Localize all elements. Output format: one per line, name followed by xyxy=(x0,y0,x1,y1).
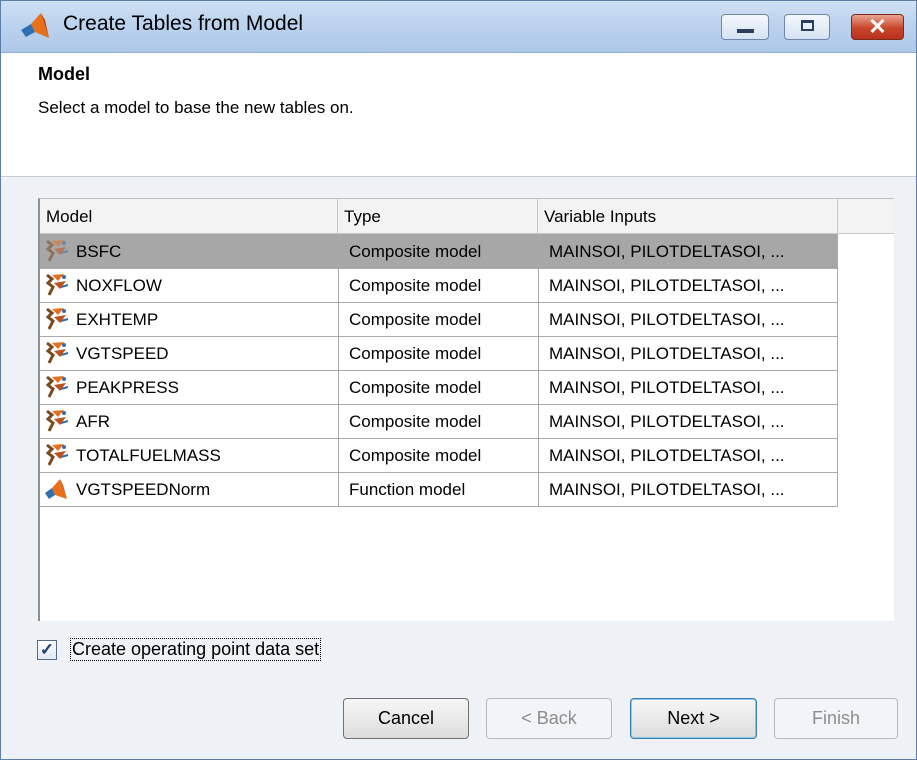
table-row[interactable]: PEAKPRESS Composite model MAINSOI, PILOTDE… xyxy=(40,370,838,405)
section-title: Model xyxy=(38,64,90,84)
cell-type: Composite model xyxy=(338,370,538,404)
cell-type: Composite model xyxy=(338,268,538,302)
cell-model: VGTSPEED xyxy=(76,344,169,363)
close-icon: ✕ xyxy=(868,14,887,39)
cancel-button[interactable]: Cancel xyxy=(343,698,469,739)
cell-model: BSFC xyxy=(76,242,122,261)
cell-variable-inputs: MAINSOI, PILOTDELTASOI, ... xyxy=(538,336,838,370)
cell-variable-inputs: MAINSOI, PILOTDELTASOI, ... xyxy=(538,302,838,336)
window-title: Create Tables from Model xyxy=(63,12,304,35)
cell-variable-inputs: MAINSOI, PILOTDELTASOI, ... xyxy=(538,370,838,404)
cell-model: PEAKPRESS xyxy=(76,378,179,397)
cell-model: EXHTEMP xyxy=(76,310,159,329)
cell-variable-inputs: MAINSOI, PILOTDELTASOI, ... xyxy=(538,438,838,472)
cell-variable-inputs: MAINSOI, PILOTDELTASOI, ... xyxy=(538,234,838,268)
column-header-type[interactable]: Type xyxy=(338,199,538,233)
cell-model: VGTSPEEDNorm xyxy=(76,480,211,499)
table-row[interactable]: AFR Composite model MAINSOI, PILOTDELTASOI… xyxy=(40,404,838,439)
cell-model: TOTALFUELMASS xyxy=(76,446,221,465)
column-header-model[interactable]: Model xyxy=(40,199,338,233)
title-bar[interactable]: Create Tables from Model ✕ xyxy=(1,1,916,53)
maximize-icon xyxy=(801,20,814,31)
cell-type: Composite model xyxy=(338,234,538,268)
cell-variable-inputs: MAINSOI, PILOTDELTASOI, ... xyxy=(538,472,838,506)
close-button[interactable]: ✕ xyxy=(851,14,904,40)
table-row[interactable]: VGTSPEED Composite model MAINSOI, PILOTDEL… xyxy=(40,336,838,371)
minimize-icon xyxy=(737,29,754,33)
minimize-button[interactable] xyxy=(721,14,769,40)
maximize-button[interactable] xyxy=(784,14,830,40)
column-header-variable-inputs[interactable]: Variable Inputs xyxy=(538,199,838,233)
back-button[interactable]: < Back xyxy=(486,698,612,739)
cell-model: NOXFLOW xyxy=(76,276,162,295)
finish-button[interactable]: Finish xyxy=(774,698,898,739)
table-row[interactable]: NOXFLOW Composite model MAINSOI, PILOTDELT… xyxy=(40,268,838,303)
table-row[interactable]: BSFC Composite model MAINSOI, PILOTDELTASO… xyxy=(40,234,838,269)
dialog-window: Create Tables from Model ✕ Model Select … xyxy=(0,0,917,760)
cell-variable-inputs: MAINSOI, PILOTDELTASOI, ... xyxy=(538,404,838,438)
table-row[interactable]: VGTSPEEDNorm Function model MAINSOI, PILOT… xyxy=(40,472,838,507)
cell-type: Composite model xyxy=(338,336,538,370)
cell-model: AFR xyxy=(76,412,110,431)
table-header: Model Type Variable Inputs xyxy=(40,199,894,234)
next-button[interactable]: Next > xyxy=(630,698,757,739)
model-table: Model Type Variable Inputs BSFC Composite… xyxy=(38,198,894,621)
create-op-data-set-label[interactable]: Create operating point data set xyxy=(70,638,322,661)
section-description: Select a model to base the new tables on… xyxy=(38,98,354,117)
cell-type: Composite model xyxy=(338,302,538,336)
cell-type: Function model xyxy=(338,472,538,506)
cell-variable-inputs: MAINSOI, PILOTDELTASOI, ... xyxy=(538,268,838,302)
table-row[interactable]: TOTALFUELMASS Composite model MAINSOI, PIL… xyxy=(40,438,838,473)
cell-type: Composite model xyxy=(338,404,538,438)
matlab-logo-icon xyxy=(21,13,49,38)
table-row[interactable]: EXHTEMP Composite model MAINSOI, PILOTDELT… xyxy=(40,302,838,337)
cell-type: Composite model xyxy=(338,438,538,472)
create-op-data-set-checkbox[interactable]: ✓ xyxy=(37,640,57,660)
